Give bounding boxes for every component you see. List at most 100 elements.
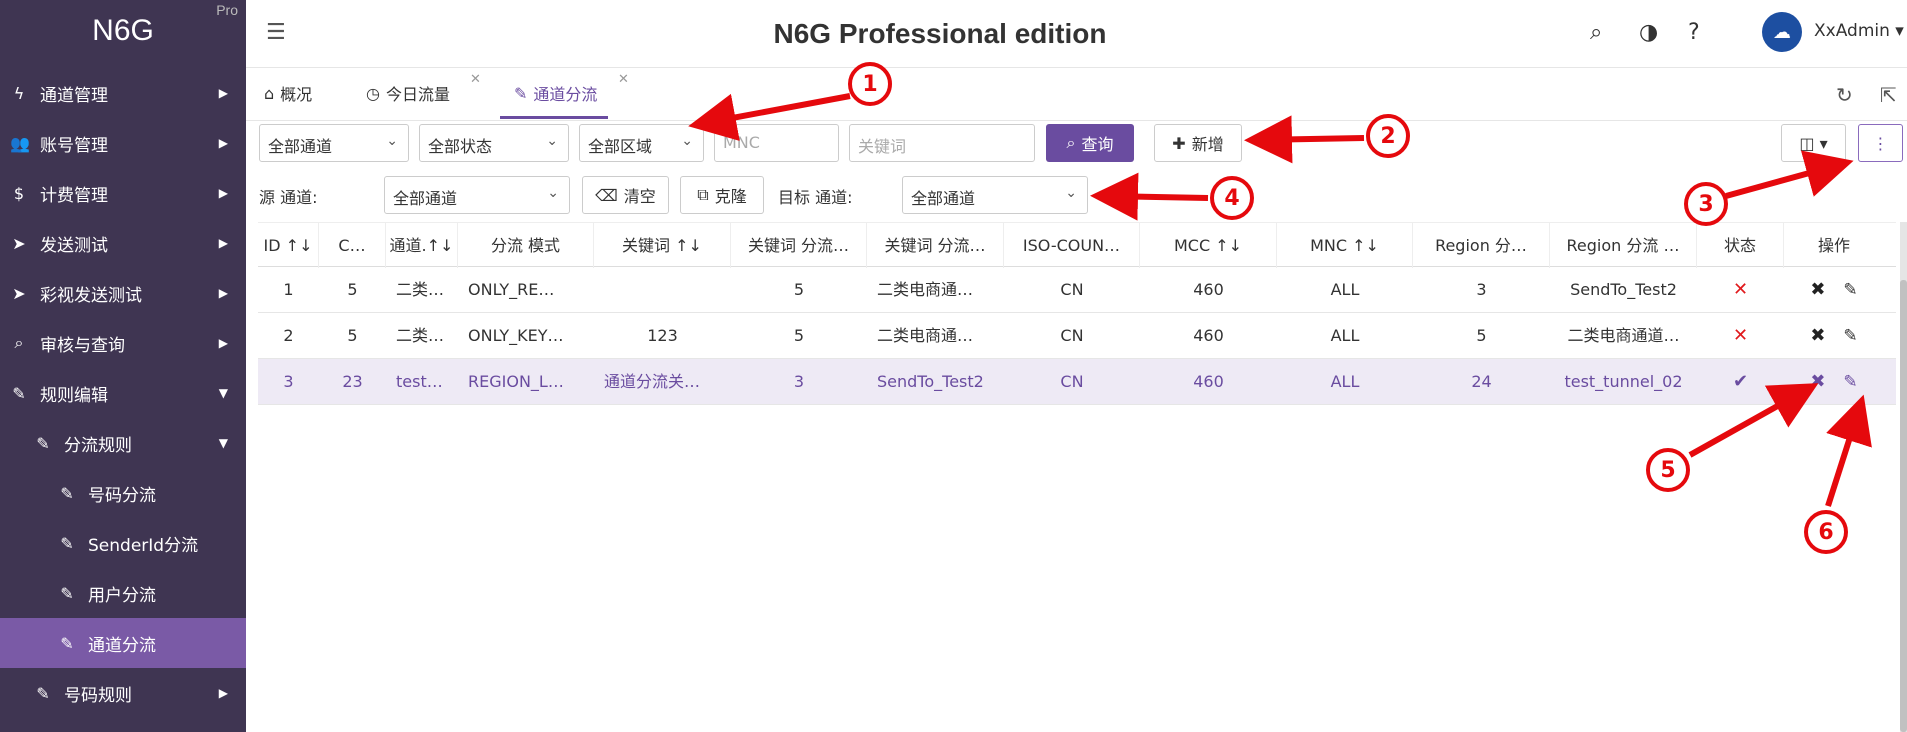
query-button[interactable]: ⌕ 查询 <box>1046 124 1134 162</box>
active-tab-indicator <box>500 116 608 119</box>
sidebar-item-split-rules[interactable]: ✎ 分流规则 ▼ <box>0 418 246 468</box>
edit-icon[interactable]: ✎ <box>1843 280 1857 300</box>
cell-region: 3 <box>1476 280 1487 299</box>
table-row[interactable]: 2 5 二类… ONLY_KEY… 123 5 二类电商通… CN 460 AL… <box>258 313 1896 359</box>
clear-button[interactable]: ⌫ 清空 <box>582 176 669 214</box>
chevron-right-icon: ▶ <box>218 86 228 100</box>
eraser-icon: ⌫ <box>595 185 618 205</box>
table-row[interactable]: 3 23 test… REGION_L… 通道分流关… 3 SendTo_Tes… <box>258 359 1896 405</box>
cell-mnc: ALL <box>1330 326 1360 345</box>
bolt-icon: ϟ <box>13 83 25 103</box>
user-menu[interactable]: XxAdmin ▾ <box>1814 21 1904 41</box>
cell-kw-split2: SendTo_Test2 <box>877 372 984 391</box>
sidebar-item-number-split[interactable]: ✎ 号码分流 <box>0 468 246 518</box>
status-select-value: 全部状态 <box>428 137 493 156</box>
sidebar-item-channel-management[interactable]: ϟ 通道管理 ▶ <box>0 68 246 118</box>
theme-toggle-icon[interactable]: ◑ <box>1639 20 1658 45</box>
sidebar-item-label: SenderId分流 <box>88 535 199 556</box>
sidebar-item-video-send-test[interactable]: ➤ 彩视发送测试 ▶ <box>0 268 246 318</box>
dollar-icon: $ <box>13 183 25 203</box>
external-link-icon[interactable]: ⇱ <box>1880 83 1897 107</box>
keyword-input[interactable]: 关键词 <box>849 124 1035 162</box>
cell-region: 24 <box>1471 372 1492 391</box>
scrollbar-thumb[interactable] <box>1900 280 1907 732</box>
column-header[interactable]: ISO-COUN… <box>1004 223 1140 268</box>
chevron-right-icon: ▶ <box>218 136 228 150</box>
column-header[interactable]: Region 分流 … <box>1550 223 1697 268</box>
cell-mcc: 460 <box>1193 326 1224 345</box>
column-header: 操作 <box>1817 236 1850 255</box>
sidebar-item-billing[interactable]: $ 计费管理 ▶ <box>0 168 246 218</box>
column-header[interactable]: 分流 模式 <box>458 223 594 268</box>
avatar[interactable]: ☁ <box>1762 12 1802 52</box>
edit-icon: ✎ <box>12 383 26 403</box>
column-header[interactable]: 关键词 分流… <box>867 223 1004 268</box>
clone-button[interactable]: ⧉ 克隆 <box>680 176 764 214</box>
delete-icon[interactable]: ✖ <box>1810 279 1825 300</box>
column-header[interactable]: Region 分… <box>1413 223 1550 268</box>
channel-select[interactable]: 全部通道 ⌄ <box>259 124 409 162</box>
cell-iso: CN <box>1060 280 1084 299</box>
tab-channel-split[interactable]: ✎ 通道分流 ✕ <box>514 72 629 105</box>
region-select[interactable]: 全部区域 ⌄ <box>579 124 704 162</box>
delete-icon[interactable]: ✖ <box>1810 371 1825 392</box>
cell-mode: REGION_L… <box>468 372 564 391</box>
source-channel-select[interactable]: 全部通道 ⌄ <box>384 176 570 214</box>
column-header[interactable]: MNC ↑↓ <box>1277 223 1413 268</box>
column-header[interactable]: 通道.↑↓ <box>386 223 458 268</box>
more-vertical-icon: ⋮ <box>1872 133 1889 153</box>
actions-cell: ✖ ✎ <box>1784 313 1884 359</box>
delete-icon[interactable]: ✖ <box>1810 325 1825 346</box>
cell-iso: CN <box>1060 326 1084 345</box>
column-header[interactable]: 关键词 分流… <box>731 223 867 268</box>
logo[interactable]: N6G Pro <box>0 0 246 62</box>
column-header[interactable]: ID ↑↓ <box>258 223 319 268</box>
sidebar-item-rule-edit[interactable]: ✎ 规则编辑 ▼ <box>0 368 246 418</box>
sidebar-item-senderid-split[interactable]: ✎ SenderId分流 <box>0 518 246 568</box>
column-header[interactable]: 关键词 ↑↓ <box>594 223 731 268</box>
close-icon[interactable]: ✕ <box>618 72 629 87</box>
edit-icon[interactable]: ✎ <box>1843 372 1857 392</box>
sidebar-item-send-test[interactable]: ➤ 发送测试 ▶ <box>0 218 246 268</box>
status-select[interactable]: 全部状态 ⌄ <box>419 124 569 162</box>
sidebar-item-user-split[interactable]: ✎ 用户分流 <box>0 568 246 618</box>
target-channel-select[interactable]: 全部通道 ⌄ <box>902 176 1088 214</box>
logo-text: N6G <box>92 14 154 47</box>
tab-today-traffic[interactable]: ◷ 今日流量 ✕ <box>366 72 481 105</box>
sidebar-item-channel-split[interactable]: ✎ 通道分流 <box>0 618 246 668</box>
column-toggle-button[interactable]: ◫ ▾ <box>1781 124 1846 162</box>
edit-icon: ✎ <box>514 83 528 103</box>
sidebar-item-label: 通道管理 <box>40 85 108 106</box>
edit-icon[interactable]: ✎ <box>1843 326 1857 346</box>
more-options-button[interactable]: ⋮ <box>1858 124 1903 162</box>
mnc-input[interactable]: MNC <box>714 124 839 162</box>
tab-overview[interactable]: ⌂ 概况 <box>264 81 312 105</box>
column-header: 状态 <box>1697 223 1784 268</box>
sidebar-item-account-management[interactable]: 👥 账号管理 ▶ <box>0 118 246 168</box>
sidebar-item-label: 彩视发送测试 <box>40 285 142 306</box>
close-icon[interactable]: ✕ <box>470 72 481 87</box>
sidebar-item-number-rules[interactable]: ✎ 号码规则 ▶ <box>0 668 246 718</box>
send-icon: ➤ <box>12 283 26 303</box>
column-header[interactable]: C… <box>319 223 386 268</box>
add-button[interactable]: ✚ 新增 <box>1154 124 1242 162</box>
cell-mnc: ALL <box>1330 372 1360 391</box>
clock-icon: ◷ <box>366 83 380 103</box>
sidebar-item-label: 通道分流 <box>88 635 156 656</box>
sidebar-item-label: 号码分流 <box>88 485 156 506</box>
help-icon[interactable]: ? <box>1688 20 1700 45</box>
sidebar-item-audit-query[interactable]: ⌕ 审核与查询 ▶ <box>0 318 246 368</box>
column-header[interactable]: MCC ↑↓ <box>1140 223 1277 268</box>
annotation-marker: 2 <box>1366 114 1410 158</box>
cell-c: 5 <box>347 326 358 345</box>
status-fail-icon: ✕ <box>1732 279 1749 300</box>
target-channel-value: 全部通道 <box>911 189 976 208</box>
users-icon: 👥 <box>10 133 30 153</box>
chevron-right-icon: ▶ <box>218 686 228 700</box>
cell-kw-split: 5 <box>793 326 805 345</box>
chevron-down-icon: ⌄ <box>546 133 558 149</box>
cell-keyword <box>594 267 731 313</box>
table-row[interactable]: 1 5 二类… ONLY_RE… 5 二类电商通… CN 460 ALL 3 S… <box>258 267 1896 313</box>
search-icon[interactable]: ⌕ <box>1590 20 1602 45</box>
refresh-icon[interactable]: ↻ <box>1836 83 1853 107</box>
